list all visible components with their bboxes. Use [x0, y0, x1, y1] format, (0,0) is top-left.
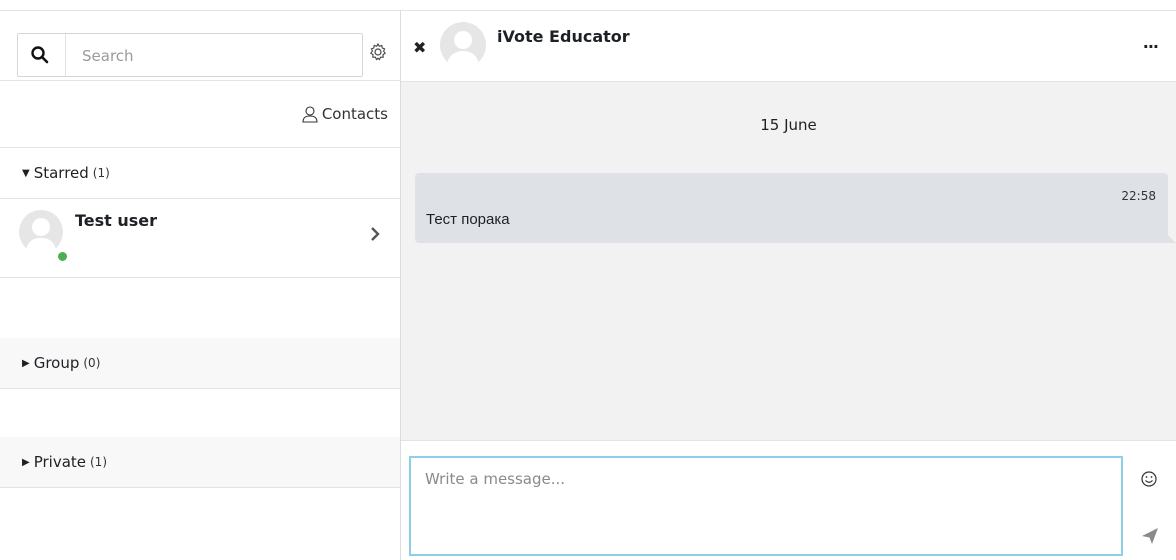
search-divider — [65, 34, 66, 76]
contact-name: Test user — [75, 211, 158, 230]
section-private-count: (1) — [90, 455, 107, 469]
conversation-header: ✖ iVote Educator ... — [401, 10, 1176, 82]
search-row — [0, 11, 400, 81]
section-group-label: Group — [33, 354, 80, 372]
section-private[interactable]: ▶ Private (1) — [0, 437, 400, 488]
conversation-title[interactable]: iVote Educator — [497, 27, 630, 46]
message-text: Тест порака — [426, 211, 510, 228]
gear-icon[interactable] — [368, 42, 388, 62]
message-bubble: 22:58 Тест порака — [415, 173, 1176, 243]
section-group[interactable]: ▶ Group (0) — [0, 338, 400, 389]
list-item[interactable]: Test user — [0, 199, 400, 278]
contacts-label: Contacts — [321, 105, 388, 123]
send-icon[interactable] — [1140, 526, 1160, 546]
date-separator: 15 June — [760, 116, 817, 134]
section-private-label: Private — [33, 453, 86, 471]
search-input[interactable] — [80, 43, 354, 69]
search-box[interactable] — [17, 33, 363, 77]
default-avatar-icon — [25, 218, 57, 254]
section-starred-label: Starred — [33, 164, 89, 182]
smile-icon[interactable] — [1140, 470, 1158, 488]
avatar — [19, 210, 63, 254]
bubble-tail — [1166, 233, 1176, 243]
messaging-sidebar: Contacts ▼ Starred (1) Test user ▶ Group… — [0, 10, 401, 560]
starred-spacer — [0, 278, 400, 338]
caret-down-icon: ▼ — [22, 167, 30, 179]
message-time: 22:58 — [1121, 189, 1156, 203]
message-composer — [401, 440, 1176, 560]
section-group-count: (0) — [83, 356, 101, 370]
avatar[interactable] — [440, 22, 486, 68]
default-avatar-icon — [446, 31, 480, 68]
conversation-panel: ✖ iVote Educator ... 15 June 22:58 Тест … — [401, 10, 1176, 560]
close-icon[interactable]: ✖ — [413, 38, 426, 57]
section-starred-count: (1) — [92, 166, 110, 180]
ellipsis-icon[interactable]: ... — [1143, 33, 1159, 52]
chevron-right-icon[interactable] — [368, 225, 382, 243]
caret-right-icon: ▶ — [22, 456, 30, 468]
online-status-indicator — [57, 251, 68, 262]
message-input[interactable] — [409, 456, 1123, 556]
caret-right-icon: ▶ — [22, 357, 30, 369]
user-icon — [302, 106, 318, 123]
search-icon[interactable] — [30, 45, 50, 65]
section-starred[interactable]: ▼ Starred (1) — [0, 148, 400, 199]
contacts-link[interactable]: Contacts — [301, 105, 388, 123]
contacts-row: Contacts — [0, 81, 400, 148]
